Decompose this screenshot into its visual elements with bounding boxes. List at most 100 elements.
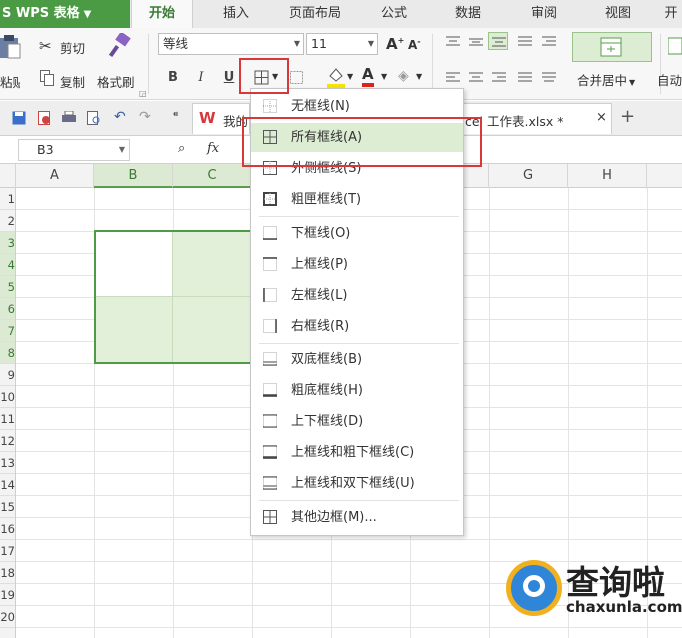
distributed-icon[interactable] xyxy=(542,72,556,84)
app-menu-button[interactable]: S WPS 表格 ▼ xyxy=(0,0,130,28)
print-icon[interactable] xyxy=(62,111,76,125)
bold-button[interactable]: B xyxy=(163,68,183,88)
row-header[interactable]: 12 xyxy=(0,430,15,452)
cell-style-icon[interactable] xyxy=(290,71,304,85)
undo-icon[interactable]: ↶ xyxy=(114,109,126,125)
paste-icon[interactable] xyxy=(0,34,22,60)
row-header[interactable]: 17 xyxy=(0,540,15,562)
shrink-font-button[interactable]: A- xyxy=(408,37,421,52)
menu-item-thick-box-border[interactable]: 粗匣框线(T) xyxy=(251,185,463,214)
tab-view[interactable]: 视图 xyxy=(590,0,646,28)
row-header[interactable]: 18 xyxy=(0,562,15,584)
row-header[interactable]: 13 xyxy=(0,452,15,474)
row-header[interactable]: 14 xyxy=(0,474,15,496)
close-icon[interactable]: × xyxy=(596,110,607,125)
redo-icon[interactable]: ↷ xyxy=(139,109,151,125)
font-size-select[interactable]: 11 ▼ xyxy=(306,33,378,55)
clear-format-icon[interactable]: ◈ xyxy=(398,68,409,84)
format-painter-icon[interactable] xyxy=(107,33,131,59)
export-pdf-icon[interactable] xyxy=(38,111,52,125)
fill-color-icon[interactable] xyxy=(327,66,345,88)
row-header[interactable]: 11 xyxy=(0,408,15,430)
align-center-icon[interactable] xyxy=(469,72,483,84)
align-right-icon[interactable] xyxy=(492,72,506,84)
row-header[interactable]: 5 xyxy=(0,276,15,298)
search-icon[interactable]: ⌕ xyxy=(178,141,185,156)
row-header[interactable]: 7 xyxy=(0,320,15,342)
dialog-launcher-icon[interactable]: ◲ xyxy=(139,89,147,98)
row-header[interactable]: 10 xyxy=(0,386,15,408)
menu-item-right-border[interactable]: 右框线(R) xyxy=(251,312,463,341)
new-tab-button[interactable]: + xyxy=(620,106,635,127)
tab-insert[interactable]: 插入 xyxy=(205,0,267,28)
save-icon[interactable] xyxy=(12,111,26,125)
align-middle-icon[interactable] xyxy=(469,36,483,48)
chevron-down-icon: ▼ xyxy=(629,78,636,87)
select-all-corner[interactable] xyxy=(0,164,16,188)
merge-center-icon-box[interactable] xyxy=(572,32,652,62)
row-header[interactable]: 6 xyxy=(0,298,15,320)
menu-item-thick-bottom-border[interactable]: 粗底框线(H) xyxy=(251,376,463,405)
font-color-button[interactable]: A xyxy=(362,66,374,87)
row-header[interactable]: 1 xyxy=(0,188,15,210)
merge-center-button[interactable]: 合并居中 ▼ xyxy=(577,70,635,89)
underline-button[interactable]: U xyxy=(219,68,239,88)
column-header[interactable]: H xyxy=(568,164,647,188)
column-header[interactable] xyxy=(647,164,682,188)
column-header[interactable]: A xyxy=(16,164,94,188)
active-cell[interactable] xyxy=(96,232,172,296)
row-header[interactable]: 15 xyxy=(0,496,15,518)
row-header[interactable]: 16 xyxy=(0,518,15,540)
doc-tab-active[interactable]: cel 工作表.xlsx * xyxy=(462,103,612,134)
bottom-border-icon xyxy=(263,226,277,240)
tab-data[interactable]: 数据 xyxy=(440,0,496,28)
menu-item-top-double-bottom-border[interactable]: 上框线和双下框线(U) xyxy=(251,469,463,498)
paste-button[interactable]: 粘贴 xyxy=(0,72,20,91)
column-header[interactable]: C xyxy=(173,164,252,188)
row-header[interactable]: 2 xyxy=(0,210,15,232)
grow-font-button[interactable]: A+ xyxy=(386,35,404,53)
wrap-text-icon[interactable] xyxy=(668,36,682,56)
print-preview-icon[interactable] xyxy=(87,111,101,125)
menu-item-top-border[interactable]: 上框线(P) xyxy=(251,250,463,279)
menu-item-double-bottom-border[interactable]: 双底框线(B) xyxy=(251,345,463,374)
align-left-icon[interactable] xyxy=(446,72,460,84)
align-bottom-icon[interactable] xyxy=(488,32,508,50)
double-bottom-border-icon xyxy=(263,352,277,366)
font-name-select[interactable]: 等线 ▼ xyxy=(158,33,304,55)
function-button[interactable]: fx xyxy=(207,141,219,156)
row-header[interactable]: 19 xyxy=(0,584,15,606)
column-header[interactable]: B xyxy=(94,164,173,188)
name-box[interactable]: B3 ▼ xyxy=(18,139,130,161)
menu-item-top-bottom-border[interactable]: 上下框线(D) xyxy=(251,407,463,436)
row-header[interactable]: 20 xyxy=(0,606,15,628)
row-header[interactable]: 9 xyxy=(0,364,15,386)
menu-item-left-border[interactable]: 左框线(L) xyxy=(251,281,463,310)
tab-home[interactable]: 开始 xyxy=(131,0,193,28)
customize-icon[interactable]: ⁌ xyxy=(172,107,179,123)
auto-wrap-button[interactable]: 自动 xyxy=(657,70,682,89)
copy-button[interactable]: 复制 xyxy=(60,72,85,91)
tab-formulas[interactable]: 公式 xyxy=(366,0,422,28)
column-header[interactable]: G xyxy=(489,164,568,188)
indent-icon[interactable] xyxy=(542,36,556,48)
tab-review[interactable]: 审阅 xyxy=(516,0,572,28)
menu-item-more-borders[interactable]: 其他边框(M)... xyxy=(251,503,463,532)
menu-item-bottom-border[interactable]: 下框线(O) xyxy=(251,219,463,248)
menu-item-label: 右框线(R) xyxy=(291,319,350,334)
chevron-down-icon[interactable]: ▼ xyxy=(347,72,353,81)
tab-page-layout[interactable]: 页面布局 xyxy=(280,0,350,28)
orientation-icon[interactable] xyxy=(518,36,532,48)
format-painter-button[interactable]: 格式刷 xyxy=(97,72,135,91)
row-header[interactable]: 4 xyxy=(0,254,15,276)
row-header[interactable]: 3 xyxy=(0,232,15,254)
menu-item-top-thick-bottom-border[interactable]: 上框线和粗下框线(C) xyxy=(251,438,463,467)
align-top-icon[interactable] xyxy=(446,36,460,48)
tab-more[interactable]: 开 xyxy=(660,0,682,28)
row-header[interactable]: 8 xyxy=(0,342,15,364)
justify-icon[interactable] xyxy=(518,72,532,84)
chevron-down-icon[interactable]: ▼ xyxy=(381,72,387,81)
italic-button[interactable]: I xyxy=(191,68,211,88)
cut-button[interactable]: 剪切 xyxy=(60,38,85,57)
chevron-down-icon[interactable]: ▼ xyxy=(416,72,422,81)
